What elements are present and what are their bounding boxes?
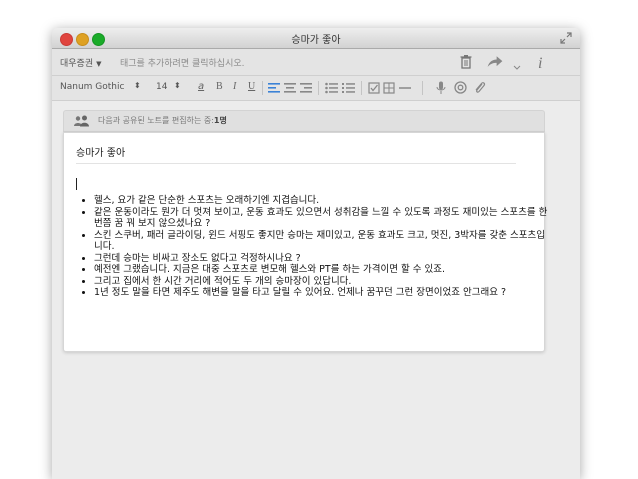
list-item: 1년 정도 말을 타면 제주도 해변을 말을 타고 달릴 수 있어요. 언제나 … xyxy=(94,287,549,299)
list-item: 그리고 집에서 한 시간 거리에 적어도 두 개의 승마장이 있답니다. xyxy=(94,276,549,288)
chevron-down-icon: ▼ xyxy=(96,60,102,68)
font-size-select[interactable]: 14 xyxy=(156,82,167,92)
tag-input[interactable]: 태그를 추가하려면 클릭하십시오. xyxy=(120,56,245,69)
list-item: 예전엔 그랬습니다. 지금은 대중 스포츠로 변모해 헬스와 PT를 하는 가격… xyxy=(94,264,549,276)
trash-icon[interactable] xyxy=(457,53,475,71)
title-bar: 승마가 좋아 xyxy=(52,28,580,49)
text-color-button[interactable]: a xyxy=(198,81,204,92)
tag-bar: 대우증권 ▼ 태그를 추가하려면 클릭하십시오. i xyxy=(52,49,580,76)
share-arrow-icon[interactable] xyxy=(486,53,504,71)
numbered-list-icon[interactable] xyxy=(342,82,355,94)
toolbar-divider xyxy=(422,81,423,95)
list-item: 그런데 승마는 비싸고 장소도 없다고 걱정하시나요 ? xyxy=(94,253,549,265)
sharing-message: 다음과 공유된 노트를 편집하는 중: xyxy=(98,116,214,125)
toolbar-divider xyxy=(361,81,362,95)
microphone-icon[interactable] xyxy=(436,81,446,95)
font-family-value: Nanum Gothic xyxy=(60,82,125,92)
note-title[interactable]: 승마가 좋아 xyxy=(76,144,125,159)
bold-button[interactable]: B xyxy=(216,81,223,92)
note-area: 다음과 공유된 노트를 편집하는 중:1명 승마가 좋아 헬스, 요가 같은 단… xyxy=(52,101,580,479)
font-select-chevron-icon[interactable]: ⬍ xyxy=(134,81,141,90)
checkbox-icon[interactable] xyxy=(368,82,380,94)
align-center-icon[interactable] xyxy=(284,82,296,94)
dropdown-chevron-icon[interactable] xyxy=(513,53,521,71)
notebook-selector[interactable]: 대우증권 ▼ xyxy=(60,56,102,69)
underline-button[interactable]: U xyxy=(248,81,255,92)
people-icon xyxy=(74,115,89,127)
title-divider xyxy=(76,163,516,164)
list-item: 헬스, 요가 같은 단순한 스포츠는 오래하기엔 지겹습니다. xyxy=(94,195,549,207)
info-icon[interactable]: i xyxy=(532,53,550,71)
list-item: 스킨 스쿠버, 패러 글라이딩, 윈드 서핑도 좋지만 승마는 재미있고, 운동… xyxy=(94,230,549,253)
paperclip-icon[interactable] xyxy=(473,81,486,94)
size-select-chevron-icon[interactable]: ⬍ xyxy=(174,81,181,90)
toolbar-divider xyxy=(262,81,263,95)
italic-button[interactable]: I xyxy=(233,81,236,92)
toolbar-divider xyxy=(318,81,319,95)
editor-window: 승마가 좋아 대우증권 ▼ 태그를 추가하려면 클릭하십시오. i Nanum G… xyxy=(52,28,580,479)
notebook-name: 대우증권 xyxy=(60,59,94,69)
font-family-select[interactable]: Nanum Gothic xyxy=(60,82,124,92)
horizontal-rule-icon[interactable] xyxy=(399,82,411,94)
svg-text:i: i xyxy=(538,55,542,71)
window-title: 승마가 좋아 xyxy=(291,35,341,46)
table-icon[interactable] xyxy=(383,82,395,94)
note-editor[interactable]: 승마가 좋아 헬스, 요가 같은 단순한 스포츠는 오래하기엔 지겹습니다. 같… xyxy=(63,132,547,352)
list-item: 같은 운동이라도 뭔가 더 멋져 보이고, 운동 효과도 있으면서 성취감을 느… xyxy=(94,207,549,230)
format-toolbar: Nanum Gothic ⬍ 14 ⬍ a B I U xyxy=(52,76,580,101)
fullscreen-icon[interactable] xyxy=(560,32,572,44)
text-cursor xyxy=(76,178,77,190)
note-body[interactable]: 헬스, 요가 같은 단순한 스포츠는 오래하기엔 지겹습니다. 같은 운동이라도… xyxy=(76,195,549,299)
font-size-value: 14 xyxy=(156,82,168,92)
sharing-count: 1명 xyxy=(213,116,227,125)
align-right-icon[interactable] xyxy=(300,82,312,94)
align-left-icon[interactable] xyxy=(268,82,280,94)
bullet-list-icon[interactable] xyxy=(325,82,338,94)
sharing-banner: 다음과 공유된 노트를 편집하는 중:1명 xyxy=(63,110,545,132)
camera-icon[interactable] xyxy=(454,81,467,94)
sharing-text: 다음과 공유된 노트를 편집하는 중:1명 xyxy=(98,115,227,126)
